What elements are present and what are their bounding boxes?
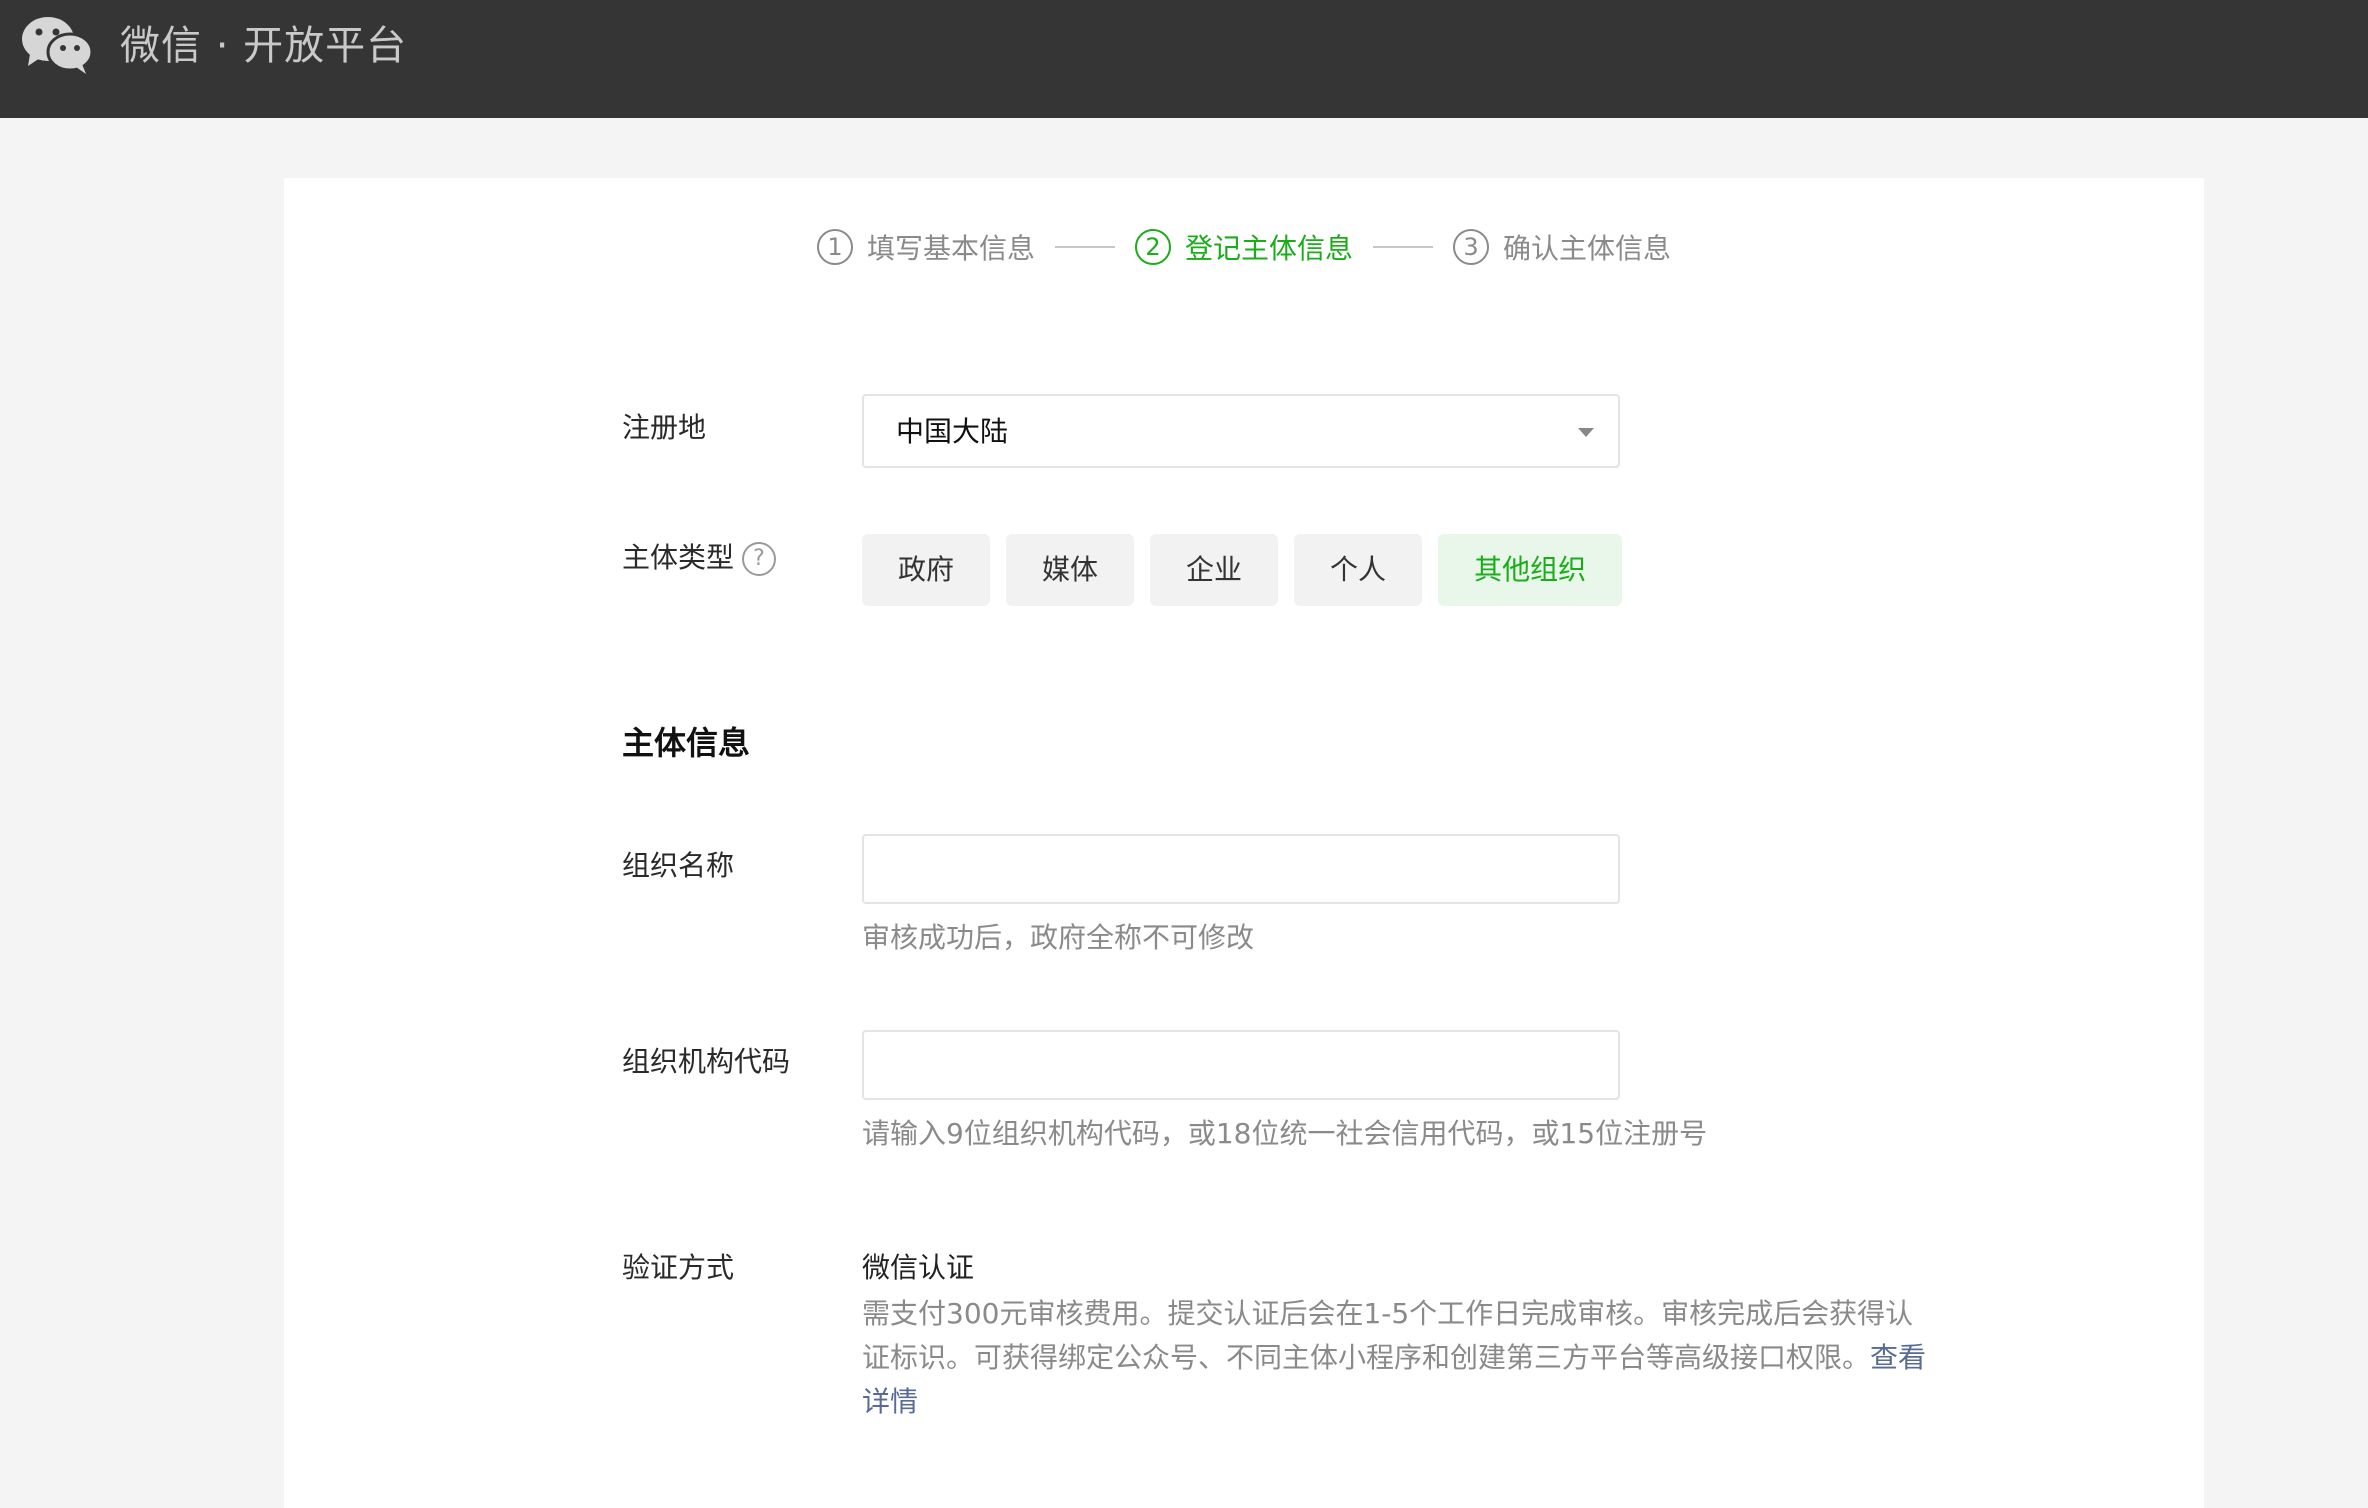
org-code-label: 组织机构代码 [622,1045,791,1078]
entity-type-label-text: 主体类型 [622,541,735,574]
step-3-label: 确认主体信息 [1503,232,1672,265]
step-3: 3 确认主体信息 [1453,227,1671,267]
step-2: 2 登记主体信息 [1134,227,1353,267]
org-code-input[interactable] [862,1030,1620,1100]
registration-card: 1 填写基本信息 2 登记主体信息 3 确认主体信息 注册地 中国大陆 主体类型… [284,178,2204,1508]
type-option-other-organization[interactable]: 其他组织 [1438,534,1623,606]
step-divider [1373,246,1433,248]
type-option-enterprise[interactable]: 企业 [1150,534,1279,606]
entity-type-label: 主体类型? [622,540,777,576]
step-1: 1 填写基本信息 [816,227,1035,267]
step-1-label: 填写基本信息 [866,232,1035,265]
org-name-hint: 审核成功后，政府全称不可修改 [862,921,1255,954]
type-option-government[interactable]: 政府 [862,534,991,606]
step-divider [1054,246,1115,248]
brand-title[interactable]: 微信 · 开放平台 [120,20,407,72]
section-title: 主体信息 [622,724,751,762]
verify-description-text: 需支付300元审核费用。提交认证后会在1-5个工作日完成审核。审核完成后会获得认… [862,1297,1914,1374]
step-2-label: 登记主体信息 [1184,232,1353,265]
chevron-down-icon [1578,428,1594,437]
org-name-input[interactable] [862,834,1620,904]
step-3-number: 3 [1453,229,1489,265]
top-bar: 微信 · 开放平台 [0,0,2368,118]
region-select-value: 中国大陆 [896,415,1009,448]
verify-method-label: 验证方式 [622,1251,735,1284]
type-option-media[interactable]: 媒体 [1006,534,1135,606]
verify-method-description: 需支付300元审核费用。提交认证后会在1-5个工作日完成审核。审核完成后会获得认… [862,1292,1932,1424]
region-select[interactable]: 中国大陆 [862,394,1620,468]
entity-type-options: 政府 媒体 企业 个人 其他组织 [862,534,1623,606]
type-option-individual[interactable]: 个人 [1294,534,1423,606]
progress-steps: 1 填写基本信息 2 登记主体信息 3 确认主体信息 [284,222,2204,272]
step-2-number: 2 [1134,229,1171,265]
verify-method-title: 微信认证 [862,1251,975,1284]
question-circle-icon[interactable]: ? [742,542,777,576]
org-name-label: 组织名称 [622,849,735,882]
step-1-number: 1 [816,229,853,265]
region-label: 注册地 [622,411,707,444]
wechat-logo-icon[interactable] [20,14,94,76]
org-code-hint: 请输入9位组织机构代码，或18位统一社会信用代码，或15位注册号 [862,1117,1708,1150]
